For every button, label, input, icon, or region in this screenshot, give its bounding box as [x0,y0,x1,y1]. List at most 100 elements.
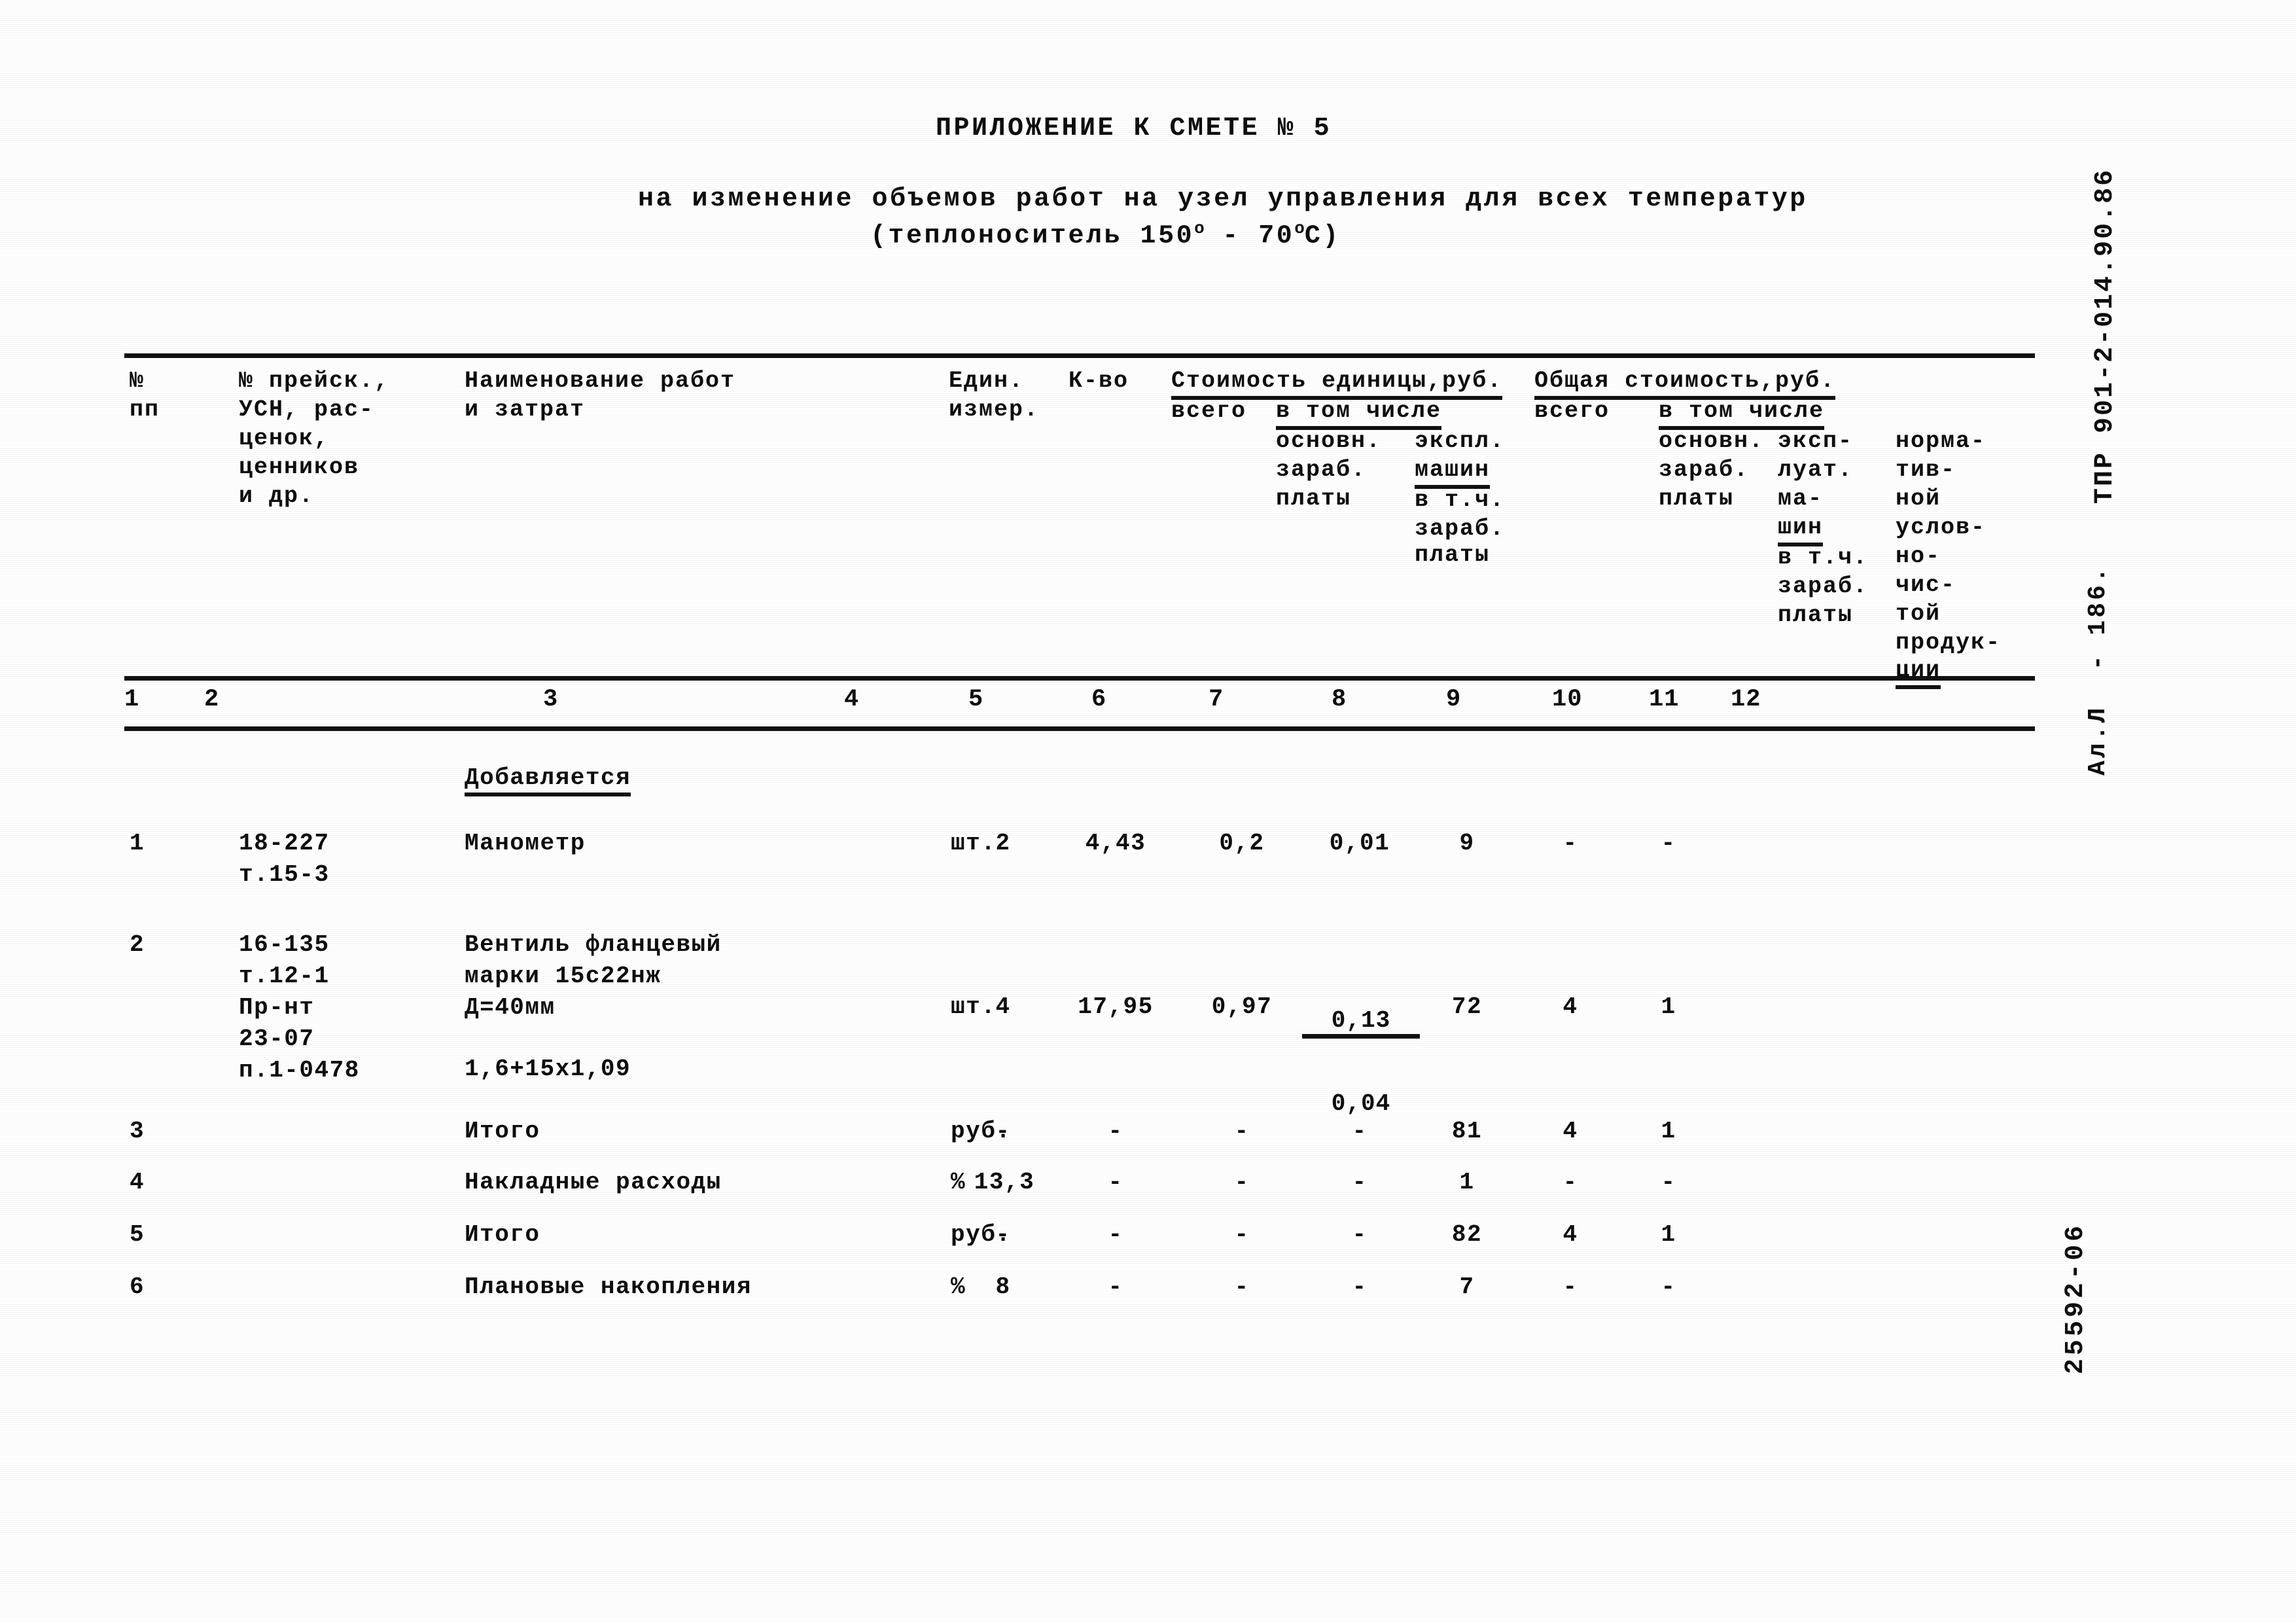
row-4-unit-machine: - [1352,1169,1368,1196]
header-col-12-line-8: продук- [1896,630,2002,656]
column-number-2: 2 [204,686,220,713]
header-col-12-line-3: ной [1896,486,1941,512]
table-header-rule [124,676,2035,681]
row-2-code: 16-135 т.12-1 Пр-нт 23-07 п.1-0478 [239,931,360,1084]
header-col-12-line-6: чис- [1896,572,1956,598]
row-6-name: Плановые накопления [465,1274,752,1300]
header-col-8-line-3: в т.ч. [1415,487,1506,513]
degree-symbol-2: о [1294,219,1305,238]
column-number-11: 11 [1649,686,1680,713]
header-col-6: всего [1171,398,1247,424]
header-col-2: № прейск., УСН, рас- ценок, ценников и д… [239,368,390,509]
row-4-total-all: 1 [1459,1169,1475,1196]
row-6-total-wage: - [1563,1274,1578,1300]
header-col-12-line-5: но- [1896,543,1941,569]
row-1-total-all: 9 [1459,830,1475,857]
page-subtitle-line-1: на изменение объемов работ на узел управ… [638,185,1808,214]
header-total-in-which: в том числе [1659,397,1825,430]
section-label: Добавляется [465,762,631,796]
row-4-unit-total: - [1108,1169,1123,1196]
archive-number-stamp: 25592-06 [2061,1222,2091,1374]
row-2-unit-machine-denominator: 0,04 [1331,1090,1391,1117]
row-2-unit-total: 17,95 [1078,993,1154,1020]
row-2-name: Вентиль фланцевый марки 15с22нж Д=40мм [465,931,722,1021]
column-number-6: 6 [1091,686,1107,713]
header-col-9: всего [1534,398,1610,424]
row-1-total-wage: - [1563,830,1578,857]
row-6-unit-wage: - [1234,1274,1250,1300]
row-1-number: 1 [130,830,145,857]
row-5-unit-machine: - [1352,1221,1368,1248]
header-col-11-line-1: эксп- [1778,428,1854,454]
row-2-total-all: 72 [1451,993,1483,1020]
column-number-12: 12 [1731,686,1761,713]
subtitle-temperature-pre: (теплоноситель 150 [870,221,1195,251]
header-col-12-line-4: услов- [1896,514,1987,541]
row-2-quantity: 4 [995,993,1011,1020]
row-1-unit-wage: 0,2 [1219,830,1265,857]
column-number-5: 5 [968,686,984,713]
column-number-1: 1 [124,686,140,713]
row-1-code: 18-227 т.15-3 [239,830,330,888]
header-col-12-line-9: ции [1896,656,1941,689]
table-top-rule [124,353,2035,358]
row-5-total-all: 82 [1451,1221,1483,1248]
row-4-number: 4 [130,1169,145,1196]
header-col-8-line-4: зараб. [1415,516,1506,542]
degree-symbol-1: о [1194,219,1205,238]
header-group-total-cost: Общая стоимость,руб. [1534,366,1836,400]
page-title: ПРИЛОЖЕНИЕ К СМЕТЕ № 5 [936,114,1332,143]
column-number-8: 8 [1332,686,1347,713]
header-col-11-line-4: шин [1778,513,1824,546]
subtitle-temperature-mid: - 70 [1204,221,1295,251]
row-2-total-machine: 1 [1661,993,1676,1020]
row-5-number: 5 [130,1221,145,1248]
header-unit-in-which: в том числе [1276,397,1442,430]
row-6-total-all: 7 [1459,1274,1475,1300]
row-5-unit-total: - [1108,1221,1123,1248]
row-3-total-all: 81 [1451,1118,1483,1145]
row-5-unit-wage: - [1234,1221,1250,1248]
header-col-8-line-1: экспл. [1415,428,1506,454]
row-6-unit: % [951,1274,966,1300]
row-2-total-wage: 4 [1563,993,1578,1020]
header-col-3: Наименование работ и затрат [465,368,736,423]
row-5-total-machine: 1 [1661,1221,1676,1248]
column-number-10: 10 [1552,686,1583,713]
row-6-unit-total: - [1108,1274,1123,1300]
header-col-5: К-во [1069,368,1129,394]
header-col-12-line-7: той [1896,601,1941,627]
header-group-unit-cost: Стоимость единицы,руб. [1171,366,1503,400]
header-col-7: основн. зараб. платы [1276,428,1382,512]
row-1-unit-total: 4,43 [1085,830,1146,857]
row-5-name: Итого [465,1221,540,1248]
row-2-unit-wage: 0,97 [1211,993,1273,1020]
row-3-unit-wage: - [1234,1118,1250,1145]
row-3-name: Итого [465,1118,540,1145]
row-5-quantity: - [995,1221,1011,1248]
header-col-10-line-3: платы [1659,486,1735,512]
row-1-name: Манометр [465,830,586,857]
header-col-10-line-1: основн. [1659,428,1765,454]
header-col-11-line-6: зараб. [1778,573,1869,599]
row-6-quantity: 8 [995,1274,1011,1300]
header-col-4: Един. измер. [949,368,1040,423]
header-col-11-line-7: платы [1778,602,1854,628]
row-3-total-wage: 4 [1563,1118,1578,1145]
header-col-11-line-5: в т.ч. [1778,544,1869,571]
header-col-1: № пп [130,368,160,423]
subtitle-temperature-post: С) [1304,221,1341,251]
row-1-quantity: 2 [995,830,1011,857]
row-3-unit-total: - [1108,1118,1123,1145]
row-4-name: Накладные расходы [465,1169,722,1196]
column-number-4: 4 [844,686,860,713]
row-6-number: 6 [130,1274,145,1300]
column-number-3: 3 [543,686,559,713]
row-3-total-machine: 1 [1661,1118,1676,1145]
header-col-8-line-5: платы [1415,542,1491,568]
album-page-stamp: Ал.Л - 186. [2084,565,2112,776]
row-2-name-extra: 1,6+15х1,09 [465,1056,631,1082]
table-colnum-rule [124,726,2035,731]
header-col-11-line-2: луат. [1778,457,1854,483]
row-3-number: 3 [130,1118,145,1145]
